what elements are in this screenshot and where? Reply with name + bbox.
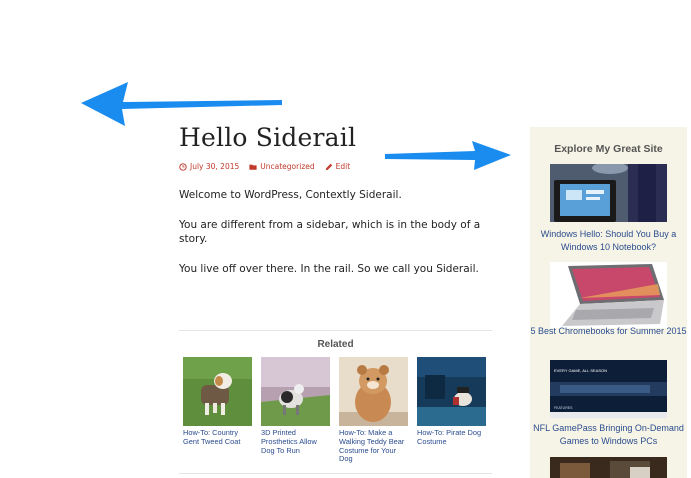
related-thumbnail[interactable] — [339, 357, 408, 426]
related-thumbnail[interactable] — [417, 357, 486, 426]
siderail: Explore My Great Site Windows Hello: Sho… — [530, 127, 687, 478]
related-grid: How-To: Country Gent Tweed Coat 3D Print… — [183, 357, 486, 464]
post-meta: July 30, 2015 Uncategorized Edit — [179, 162, 350, 171]
related-section: Related How-To: Country Gent Tweed Coat — [179, 330, 492, 474]
siderail-caption[interactable]: 5 Best Chromebooks for Summer 2015 — [530, 325, 687, 338]
post-paragraph: Welcome to WordPress, Contextly Siderail… — [179, 189, 402, 201]
siderail-thumbnail[interactable] — [550, 457, 667, 478]
post-body: Welcome to WordPress, Contextly Siderail… — [179, 188, 499, 292]
clock-icon — [179, 162, 187, 171]
siderail-thumbnail[interactable] — [550, 262, 667, 328]
related-thumbnail[interactable] — [183, 357, 252, 426]
related-item[interactable]: How-To: Make a Walking Teddy Bear Costum… — [339, 357, 408, 464]
right-arrow-annotation-icon — [385, 141, 511, 170]
post-date-link[interactable]: July 30, 2015 — [179, 162, 239, 171]
related-item[interactable]: 3D Printed Prosthetics Allow Dog To Run — [261, 357, 330, 464]
siderail-thumbnail[interactable]: EVERY GAME, ALL SEASON FEATURES — [550, 360, 667, 418]
related-caption[interactable]: How-To: Make a Walking Teddy Bear Costum… — [339, 428, 408, 464]
post-category-link[interactable]: Uncategorized — [249, 162, 315, 171]
pencil-icon — [325, 163, 332, 170]
related-item[interactable]: How-To: Country Gent Tweed Coat — [183, 357, 252, 464]
post-edit-link[interactable]: Edit — [325, 162, 350, 171]
post-paragraph: You are different from a sidebar, which … — [179, 219, 481, 245]
post-paragraph: You live off over there. In the rail. So… — [179, 263, 479, 275]
related-item[interactable]: How-To: Pirate Dog Costume — [417, 357, 486, 464]
related-caption[interactable]: 3D Printed Prosthetics Allow Dog To Run — [261, 428, 330, 455]
post-title: Hello Siderail — [179, 123, 357, 152]
siderail-caption[interactable]: NFL GamePass Bringing On-Demand Games to… — [530, 422, 687, 448]
siderail-title: Explore My Great Site — [554, 143, 663, 155]
folder-icon — [249, 164, 257, 170]
related-thumbnail[interactable] — [261, 357, 330, 426]
related-caption[interactable]: How-To: Pirate Dog Costume — [417, 428, 486, 447]
siderail-thumbnail[interactable] — [550, 164, 667, 222]
related-title: Related — [317, 339, 354, 350]
related-caption[interactable]: How-To: Country Gent Tweed Coat — [183, 428, 252, 447]
siderail-caption[interactable]: Windows Hello: Should You Buy a Windows … — [530, 228, 687, 254]
